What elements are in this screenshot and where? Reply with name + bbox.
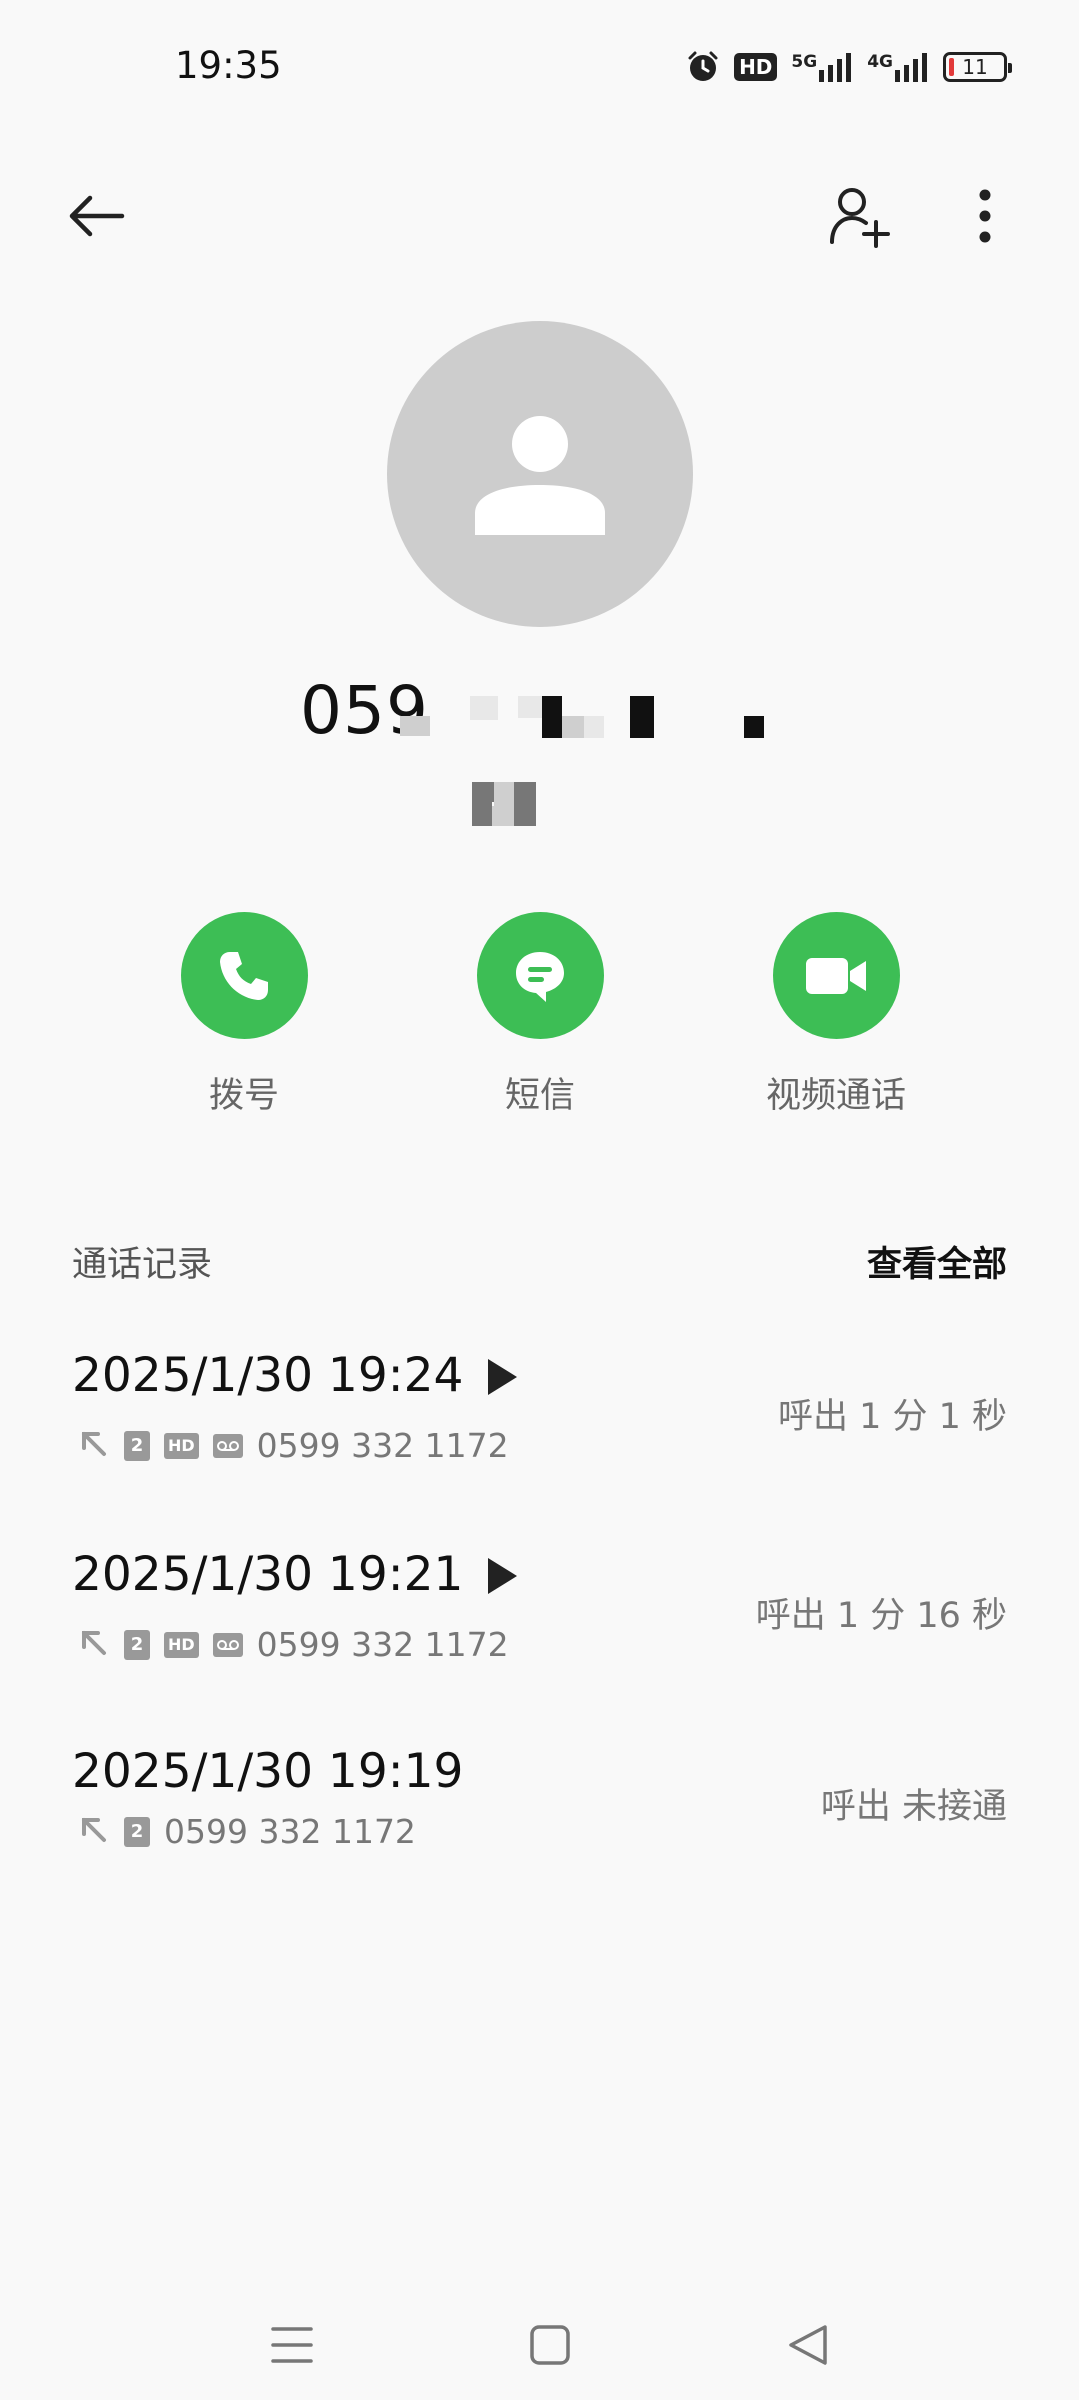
video-call-button[interactable] — [772, 912, 900, 1039]
net1-label: 5G — [791, 52, 818, 72]
call-datetime: 2025/1/30 19:21 — [72, 1547, 464, 1602]
video-call-label: 视频通话 — [765, 1076, 906, 1116]
call-datetime: 2025/1/30 19:19 — [72, 1744, 464, 1799]
sms-button[interactable] — [476, 912, 604, 1039]
hd-voice-badge: HD — [734, 53, 778, 81]
call-number: 0599 332 1172 — [164, 1812, 416, 1851]
video-icon — [806, 957, 866, 994]
contact-location-obscured — [472, 782, 542, 826]
call-meta: 2 HD 0599 332 1172 — [78, 1426, 509, 1465]
play-recording-icon[interactable] — [484, 1555, 520, 1601]
nav-back-button[interactable] — [768, 2305, 848, 2385]
hd-call-badge: HD — [164, 1631, 199, 1658]
avatar — [387, 321, 693, 627]
call-number: 0599 332 1172 — [256, 1426, 509, 1465]
back-button[interactable] — [60, 180, 132, 252]
call-number: 0599 332 1172 — [256, 1625, 509, 1664]
sms-action[interactable]: 短信 — [440, 912, 640, 1118]
signal-4g-icon: 4G — [867, 52, 929, 82]
sms-label: 短信 — [504, 1076, 575, 1116]
status-time: 19:35 — [175, 44, 282, 87]
arrow-left-icon — [69, 195, 125, 237]
battery-level-fill — [949, 58, 954, 76]
signal-5g-icon: 5G — [791, 52, 853, 82]
home-square-icon — [530, 2325, 570, 2365]
recording-icon — [212, 1632, 243, 1657]
person-add-icon — [830, 188, 890, 248]
call-datetime: 2025/1/30 19:24 — [72, 1348, 464, 1403]
more-options-button[interactable] — [955, 176, 1015, 256]
call-meta: 2 0599 332 1172 — [78, 1812, 416, 1851]
nav-menu-button[interactable] — [252, 2305, 332, 2385]
alarm-icon — [686, 50, 720, 84]
contact-detail-screen: 19:35 HD 5G 4G 11 059 拨号 短信 视频通话 通话记录 查看… — [0, 0, 1079, 2400]
more-vertical-icon — [979, 189, 991, 243]
message-icon — [516, 951, 564, 1002]
battery-icon: 11 — [943, 52, 1012, 82]
add-contact-button[interactable] — [820, 176, 900, 256]
call-status: 呼出 1 分 16 秒 — [755, 1596, 1007, 1636]
video-call-action[interactable]: 视频通话 — [736, 912, 936, 1118]
outgoing-call-icon — [78, 1428, 110, 1464]
contact-number-text: 059 — [300, 672, 429, 749]
menu-icon — [271, 2327, 313, 2363]
battery-level-text: 11 — [962, 55, 988, 79]
dial-action[interactable]: 拨号 — [144, 912, 344, 1118]
sim-badge: 2 — [124, 1430, 150, 1461]
sim-badge: 2 — [124, 1816, 150, 1847]
sim-badge: 2 — [124, 1629, 150, 1660]
view-all-button[interactable]: 查看全部 — [867, 1236, 1007, 1287]
status-icons: HD 5G 4G 11 — [686, 50, 1012, 84]
nav-home-button[interactable] — [510, 2305, 590, 2385]
outgoing-call-icon — [78, 1627, 110, 1663]
play-recording-icon[interactable] — [484, 1356, 520, 1402]
recording-icon — [212, 1433, 243, 1458]
call-meta: 2 HD 0599 332 1172 — [78, 1625, 509, 1664]
phone-icon — [220, 951, 268, 1000]
status-bar: 19:35 HD 5G 4G 11 — [0, 0, 1079, 140]
call-log-title: 通话记录 — [72, 1245, 213, 1285]
back-triangle-icon — [789, 2325, 827, 2365]
call-status: 呼出 1 分 1 秒 — [777, 1397, 1007, 1437]
hd-call-badge: HD — [164, 1432, 199, 1459]
outgoing-call-icon — [78, 1814, 110, 1850]
dial-label: 拨号 — [208, 1076, 279, 1116]
call-status: 呼出 未接通 — [820, 1787, 1007, 1827]
dial-button[interactable] — [180, 912, 308, 1039]
person-icon — [475, 416, 605, 535]
net2-label: 4G — [867, 52, 893, 72]
